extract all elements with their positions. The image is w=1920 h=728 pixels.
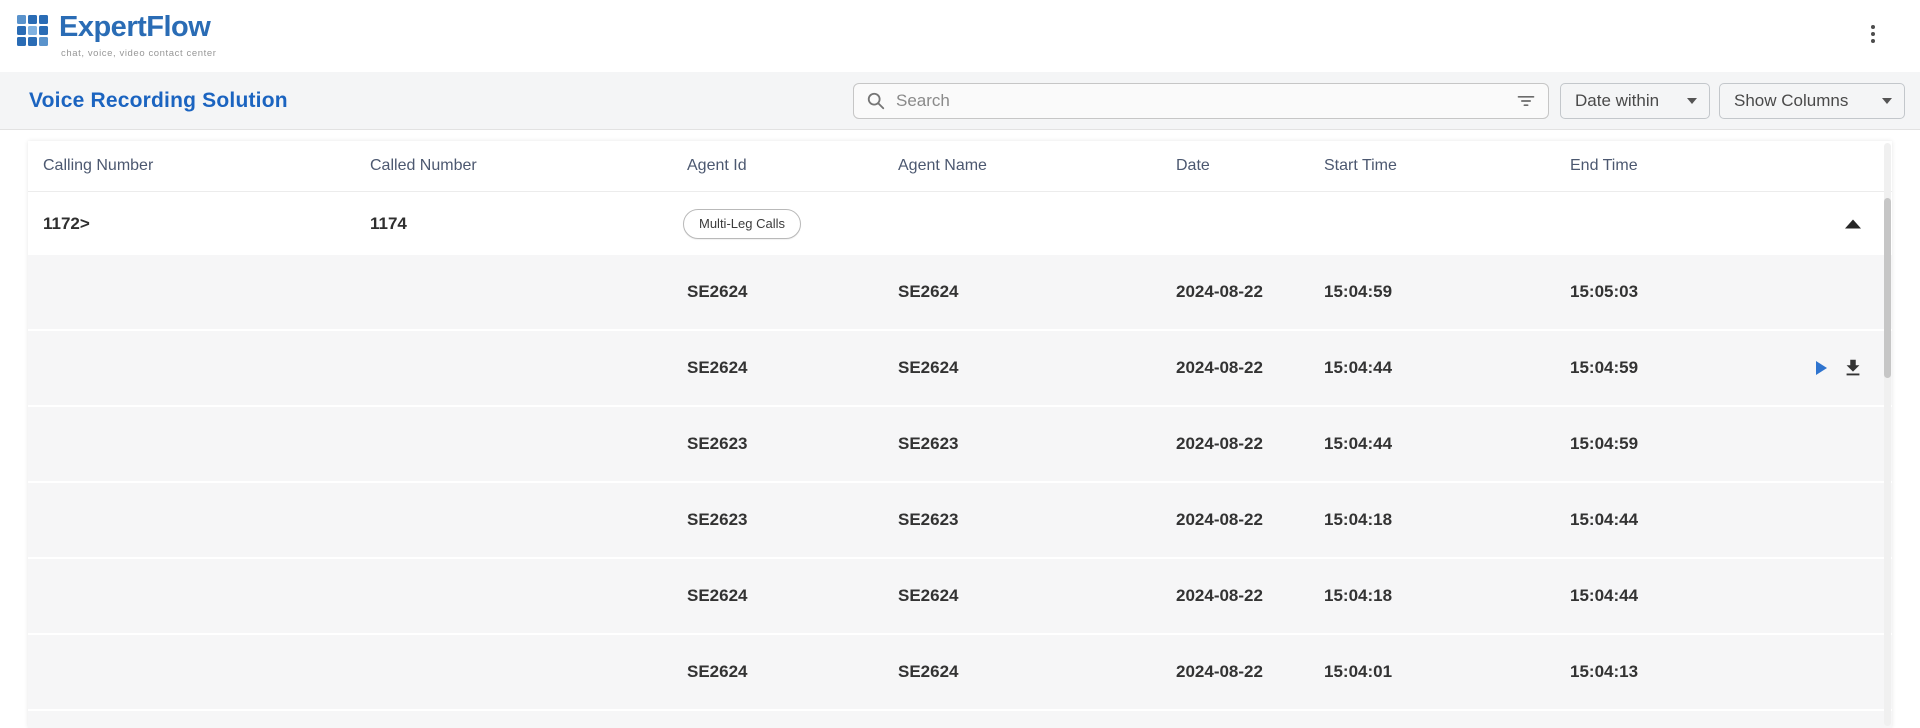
cell-end-time: 15:04:59 bbox=[1570, 358, 1638, 378]
cell-date: 2024-08-22 bbox=[1176, 510, 1263, 530]
page-title: Voice Recording Solution bbox=[29, 72, 288, 130]
download-icon[interactable] bbox=[1842, 357, 1864, 379]
show-columns-label: Show Columns bbox=[1734, 91, 1848, 111]
search-input[interactable] bbox=[896, 91, 1516, 111]
column-header-calling-number[interactable]: Calling Number bbox=[43, 157, 153, 175]
collapse-arrow-icon[interactable] bbox=[1845, 219, 1861, 228]
show-columns-dropdown[interactable]: Show Columns bbox=[1719, 83, 1905, 119]
top-bar: ExpertFlow chat, voice, video contact ce… bbox=[0, 0, 1920, 72]
cell-agent-id: SE2624 bbox=[687, 282, 748, 302]
cell-agent-id: SE2624 bbox=[687, 358, 748, 378]
table-header-row: Calling Number Called Number Agent Id Ag… bbox=[28, 141, 1892, 192]
cell-agent-name: SE2624 bbox=[898, 282, 959, 302]
expertflow-logo: ExpertFlow chat, voice, video contact ce… bbox=[15, 11, 275, 63]
table-scrollbar[interactable] bbox=[1884, 143, 1891, 726]
cell-start-time: 15:04:44 bbox=[1324, 358, 1392, 378]
play-icon[interactable] bbox=[1808, 356, 1832, 380]
cell-agent-name: SE2624 bbox=[898, 662, 959, 682]
logo-text: ExpertFlow bbox=[59, 11, 210, 44]
voice-recording-app: ExpertFlow chat, voice, video contact ce… bbox=[0, 0, 1920, 728]
cell-agent-id: SE2624 bbox=[687, 662, 748, 682]
cell-agent-id: SE2623 bbox=[687, 510, 748, 530]
table-row-partial bbox=[28, 711, 1892, 728]
recordings-table: Calling Number Called Number Agent Id Ag… bbox=[28, 141, 1892, 728]
group-called-number: 1174 bbox=[370, 214, 407, 234]
scrollbar-thumb[interactable] bbox=[1884, 198, 1891, 378]
cell-end-time: 15:05:03 bbox=[1570, 282, 1638, 302]
toolbar: Voice Recording Solution Date within Sho… bbox=[0, 72, 1920, 130]
search-box[interactable] bbox=[853, 83, 1549, 119]
cell-date: 2024-08-22 bbox=[1176, 586, 1263, 606]
cell-end-time: 15:04:13 bbox=[1570, 662, 1638, 682]
cell-start-time: 15:04:44 bbox=[1324, 434, 1392, 454]
cell-agent-name: SE2623 bbox=[898, 434, 959, 454]
cell-start-time: 15:04:01 bbox=[1324, 662, 1392, 682]
column-header-date[interactable]: Date bbox=[1176, 157, 1210, 175]
cell-end-time: 15:04:44 bbox=[1570, 586, 1638, 606]
cell-agent-id: SE2623 bbox=[687, 434, 748, 454]
cell-start-time: 15:04:18 bbox=[1324, 586, 1392, 606]
filter-icon[interactable] bbox=[1516, 91, 1536, 111]
cell-end-time: 15:04:44 bbox=[1570, 510, 1638, 530]
column-header-called-number[interactable]: Called Number bbox=[370, 157, 477, 175]
group-calling-number: 1172> bbox=[43, 214, 90, 234]
cell-agent-name: SE2624 bbox=[898, 586, 959, 606]
table-row[interactable]: SE2623 SE2623 2024-08-22 15:04:44 15:04:… bbox=[28, 407, 1892, 481]
cell-agent-name: SE2623 bbox=[898, 510, 959, 530]
date-within-dropdown[interactable]: Date within bbox=[1560, 83, 1710, 119]
table-row[interactable]: SE2624 SE2624 2024-08-22 15:04:59 15:05:… bbox=[28, 255, 1892, 329]
cell-agent-id: SE2624 bbox=[687, 586, 748, 606]
cell-end-time: 15:04:59 bbox=[1570, 434, 1638, 454]
cell-start-time: 15:04:59 bbox=[1324, 282, 1392, 302]
column-header-agent-name[interactable]: Agent Name bbox=[898, 157, 987, 175]
table-row[interactable]: SE2623 SE2623 2024-08-22 15:04:18 15:04:… bbox=[28, 483, 1892, 557]
cell-agent-name: SE2624 bbox=[898, 358, 959, 378]
cell-start-time: 15:04:18 bbox=[1324, 510, 1392, 530]
table-row[interactable]: SE2624 SE2624 2024-08-22 15:04:01 15:04:… bbox=[28, 635, 1892, 709]
search-icon bbox=[866, 91, 886, 111]
cell-date: 2024-08-22 bbox=[1176, 434, 1263, 454]
cell-date: 2024-08-22 bbox=[1176, 662, 1263, 682]
column-header-agent-id[interactable]: Agent Id bbox=[687, 157, 747, 175]
chevron-down-icon bbox=[1882, 98, 1892, 104]
date-within-label: Date within bbox=[1575, 91, 1659, 111]
chevron-down-icon bbox=[1687, 98, 1697, 104]
logo-tagline: chat, voice, video contact center bbox=[61, 48, 217, 59]
kebab-menu-icon[interactable] bbox=[1864, 19, 1882, 49]
call-group-row[interactable]: 1172> 1174 Multi-Leg Calls bbox=[28, 192, 1892, 255]
table-row[interactable]: SE2624 SE2624 2024-08-22 15:04:44 15:04:… bbox=[28, 331, 1892, 405]
column-header-start-time[interactable]: Start Time bbox=[1324, 157, 1397, 175]
expertflow-logo-icon bbox=[15, 13, 51, 49]
multi-leg-calls-badge: Multi-Leg Calls bbox=[683, 209, 801, 239]
column-header-end-time[interactable]: End Time bbox=[1570, 157, 1638, 175]
cell-date: 2024-08-22 bbox=[1176, 282, 1263, 302]
table-row[interactable]: SE2624 SE2624 2024-08-22 15:04:18 15:04:… bbox=[28, 559, 1892, 633]
row-actions bbox=[1808, 356, 1864, 380]
cell-date: 2024-08-22 bbox=[1176, 358, 1263, 378]
